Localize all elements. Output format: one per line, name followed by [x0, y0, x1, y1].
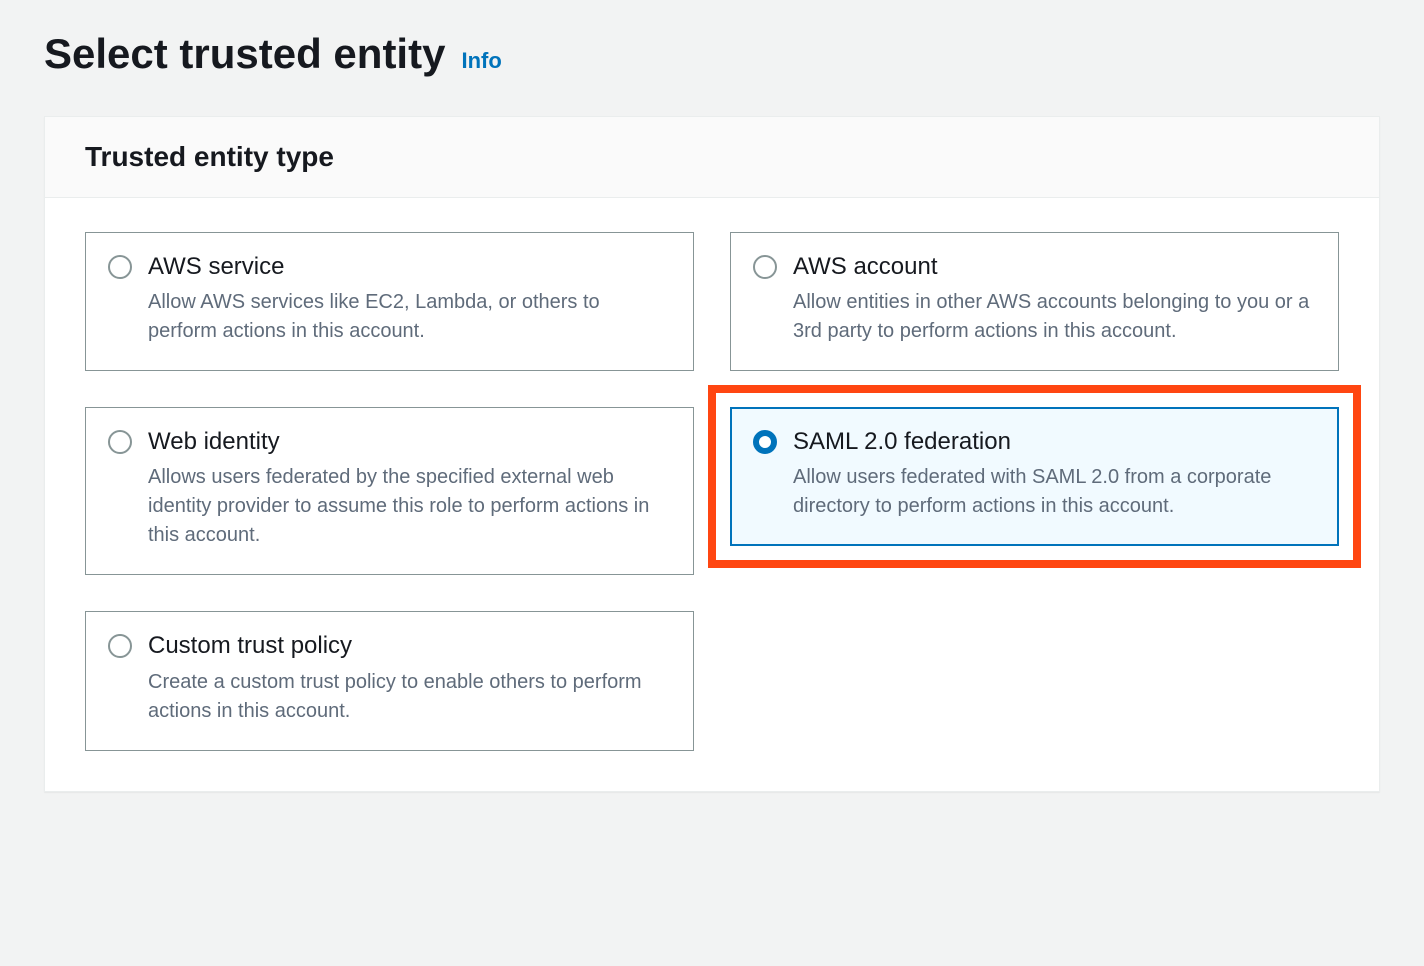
option-desc: Allow AWS services like EC2, Lambda, or …	[148, 288, 671, 346]
radio-icon	[753, 255, 777, 279]
option-saml-wrap: SAML 2.0 federation Allow users federate…	[730, 407, 1339, 546]
option-text: Custom trust policy Create a custom trus…	[148, 630, 671, 725]
option-title: AWS account	[793, 251, 1316, 282]
option-title: Custom trust policy	[148, 630, 671, 661]
option-aws-service[interactable]: AWS service Allow AWS services like EC2,…	[85, 232, 694, 371]
option-aws-account[interactable]: AWS account Allow entities in other AWS …	[730, 232, 1339, 371]
radio-icon	[108, 430, 132, 454]
option-aws-account-wrap: AWS account Allow entities in other AWS …	[730, 232, 1339, 371]
radio-icon	[753, 430, 777, 454]
option-custom-trust-policy[interactable]: Custom trust policy Create a custom trus…	[85, 611, 694, 750]
option-desc: Allow entities in other AWS accounts bel…	[793, 288, 1316, 346]
highlight-annotation: SAML 2.0 federation Allow users federate…	[708, 385, 1361, 568]
option-saml-federation[interactable]: SAML 2.0 federation Allow users federate…	[730, 407, 1339, 546]
entity-type-options: AWS service Allow AWS services like EC2,…	[85, 232, 1339, 751]
trusted-entity-panel: Trusted entity type AWS service Allow AW…	[44, 116, 1380, 792]
option-text: AWS account Allow entities in other AWS …	[793, 251, 1316, 346]
option-text: AWS service Allow AWS services like EC2,…	[148, 251, 671, 346]
option-desc: Create a custom trust policy to enable o…	[148, 668, 671, 726]
option-aws-service-wrap: AWS service Allow AWS services like EC2,…	[85, 232, 694, 371]
option-title: SAML 2.0 federation	[793, 426, 1316, 457]
option-web-identity-wrap: Web identity Allows users federated by t…	[85, 407, 694, 575]
panel-body: AWS service Allow AWS services like EC2,…	[45, 198, 1379, 791]
page-header: Select trusted entity Info	[44, 30, 1380, 78]
option-text: SAML 2.0 federation Allow users federate…	[793, 426, 1316, 521]
panel-header: Trusted entity type	[45, 117, 1379, 198]
radio-icon	[108, 255, 132, 279]
option-title: Web identity	[148, 426, 671, 457]
option-web-identity[interactable]: Web identity Allows users federated by t…	[85, 407, 694, 575]
option-desc: Allow users federated with SAML 2.0 from…	[793, 463, 1316, 521]
option-text: Web identity Allows users federated by t…	[148, 426, 671, 550]
radio-icon	[108, 634, 132, 658]
panel-header-title: Trusted entity type	[85, 141, 1339, 173]
page-title: Select trusted entity	[44, 30, 445, 78]
option-custom-trust-wrap: Custom trust policy Create a custom trus…	[85, 611, 694, 750]
info-link[interactable]: Info	[461, 48, 501, 74]
option-desc: Allows users federated by the specified …	[148, 463, 671, 550]
option-title: AWS service	[148, 251, 671, 282]
